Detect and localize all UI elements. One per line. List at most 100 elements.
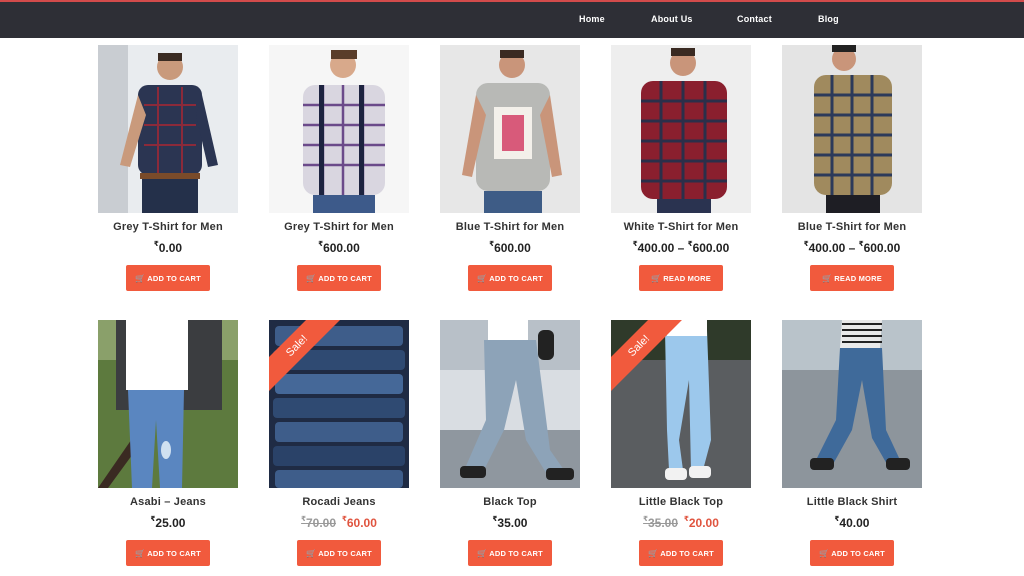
button-label: ADD TO CART	[318, 273, 372, 283]
product-image[interactable]	[98, 45, 238, 213]
currency-symbol: ₹	[684, 516, 689, 523]
shopping-cart-icon: 🛒	[819, 548, 830, 558]
price-value: 25.00	[155, 516, 186, 530]
product-card: Sale! Little Black Top ₹35.00 ₹20.00 🛒 ADD…	[611, 320, 751, 566]
add-to-cart-button[interactable]: 🛒 ADD TO CART	[297, 540, 381, 566]
product-name[interactable]: Blue T-Shirt for Men	[782, 221, 922, 233]
currency-symbol: ₹	[643, 516, 648, 523]
product-grid: Grey T-Shirt for Men ₹0.00 🛒 ADD TO CART …	[0, 0, 1024, 576]
button-label: ADD TO CART	[147, 548, 201, 558]
product-card: Sale! Rocadi Jeans ₹70.00 ₹60.00 🛒 ADD TO …	[269, 320, 409, 566]
add-to-cart-button[interactable]: 🛒 ADD TO CART	[126, 265, 210, 291]
product-card: Asabi – Jeans ₹25.00 🛒 ADD TO CART	[98, 320, 238, 566]
read-more-button[interactable]: 🛒 READ MORE	[639, 265, 723, 291]
product-card: Blue T-Shirt for Men ₹600.00 🛒 ADD TO CAR…	[440, 45, 580, 291]
currency-symbol: ₹	[342, 516, 347, 523]
button-label: ADD TO CART	[831, 548, 885, 558]
product-image[interactable]	[611, 45, 751, 213]
currency-symbol: ₹	[318, 241, 324, 248]
product-price: ₹70.00 ₹60.00	[269, 516, 409, 532]
button-label: ADD TO CART	[489, 273, 543, 283]
price-max: 600.00	[863, 241, 901, 255]
product-card: White T-Shirt for Men ₹400.00 – ₹600.00 …	[611, 45, 751, 291]
product-price: ₹0.00	[98, 241, 238, 257]
shopping-cart-icon: 🛒	[651, 273, 662, 283]
shopping-cart-icon: 🛒	[477, 273, 488, 283]
product-price: ₹400.00 – ₹600.00	[611, 241, 751, 257]
product-name[interactable]: Grey T-Shirt for Men	[269, 221, 409, 233]
product-photo	[98, 45, 238, 213]
sale-price-value: 60.00	[346, 516, 377, 530]
product-name[interactable]: Little Black Top	[611, 496, 751, 508]
price-value: 0.00	[158, 241, 183, 255]
price-max: 600.00	[692, 241, 730, 255]
shopping-cart-icon: 🛒	[135, 273, 146, 283]
shopping-cart-icon: 🛒	[648, 548, 659, 558]
product-card: Black Top ₹35.00 🛒 ADD TO CART	[440, 320, 580, 566]
price-value: 40.00	[839, 516, 870, 530]
product-name[interactable]: Black Top	[440, 496, 580, 508]
product-name[interactable]: Asabi – Jeans	[98, 496, 238, 508]
currency-symbol: ₹	[150, 516, 156, 523]
price-min: 400.00	[637, 241, 675, 255]
product-image[interactable]	[440, 45, 580, 213]
product-photo	[440, 45, 580, 213]
product-photo	[440, 320, 580, 488]
old-price: ₹70.00	[301, 516, 336, 530]
shopping-cart-icon: 🛒	[135, 548, 146, 558]
range-separator: –	[848, 241, 856, 255]
product-card: Grey T-Shirt for Men ₹600.00 🛒 ADD TO CAR…	[269, 45, 409, 291]
product-image[interactable]	[782, 320, 922, 488]
product-image[interactable]: Sale!	[611, 320, 751, 488]
shopping-cart-icon: 🛒	[306, 548, 317, 558]
old-price: ₹35.00	[643, 516, 678, 530]
price-min: 400.00	[808, 241, 846, 255]
product-price: ₹25.00	[98, 516, 238, 532]
currency-symbol: ₹	[489, 241, 495, 248]
add-to-cart-button[interactable]: 🛒 ADD TO CART	[297, 265, 381, 291]
add-to-cart-button[interactable]: 🛒 ADD TO CART	[468, 265, 552, 291]
product-photo	[782, 320, 922, 488]
product-price: ₹35.00	[440, 516, 580, 532]
add-to-cart-button[interactable]: 🛒 ADD TO CART	[810, 540, 894, 566]
product-image[interactable]	[440, 320, 580, 488]
currency-symbol: ₹	[858, 241, 864, 248]
button-label: READ MORE	[663, 273, 711, 283]
product-price: ₹35.00 ₹20.00	[611, 516, 751, 532]
currency-symbol: ₹	[153, 241, 159, 248]
currency-symbol: ₹	[803, 241, 809, 248]
button-label: ADD TO CART	[660, 548, 714, 558]
currency-symbol: ₹	[492, 516, 498, 523]
product-image[interactable]	[98, 320, 238, 488]
add-to-cart-button[interactable]: 🛒 ADD TO CART	[639, 540, 723, 566]
product-image[interactable]	[782, 45, 922, 213]
range-separator: –	[677, 241, 685, 255]
sale-price-value: 20.00	[688, 516, 719, 530]
product-name[interactable]: Blue T-Shirt for Men	[440, 221, 580, 233]
product-price: ₹600.00	[269, 241, 409, 257]
product-photo	[98, 320, 238, 488]
read-more-button[interactable]: 🛒 READ MORE	[810, 265, 894, 291]
price-value: 600.00	[494, 241, 531, 255]
currency-symbol: ₹	[632, 241, 638, 248]
product-name[interactable]: White T-Shirt for Men	[611, 221, 751, 233]
currency-symbol: ₹	[301, 516, 306, 523]
shopping-cart-icon: 🛒	[306, 273, 317, 283]
product-name[interactable]: Rocadi Jeans	[269, 496, 409, 508]
product-name[interactable]: Grey T-Shirt for Men	[98, 221, 238, 233]
product-photo	[611, 45, 751, 213]
sale-price: ₹20.00	[684, 516, 719, 530]
add-to-cart-button[interactable]: 🛒 ADD TO CART	[126, 540, 210, 566]
product-price: ₹600.00	[440, 241, 580, 257]
currency-symbol: ₹	[687, 241, 693, 248]
price-value: 600.00	[323, 241, 360, 255]
add-to-cart-button[interactable]: 🛒 ADD TO CART	[468, 540, 552, 566]
shopping-cart-icon: 🛒	[822, 273, 833, 283]
product-card: Little Black Shirt ₹40.00 🛒 ADD TO CART	[782, 320, 922, 566]
product-image[interactable]	[269, 45, 409, 213]
product-name[interactable]: Little Black Shirt	[782, 496, 922, 508]
product-card: Grey T-Shirt for Men ₹0.00 🛒 ADD TO CART	[98, 45, 238, 291]
product-image[interactable]: Sale!	[269, 320, 409, 488]
product-photo	[269, 45, 409, 213]
product-card: Blue T-Shirt for Men ₹400.00 – ₹600.00 🛒…	[782, 45, 922, 291]
